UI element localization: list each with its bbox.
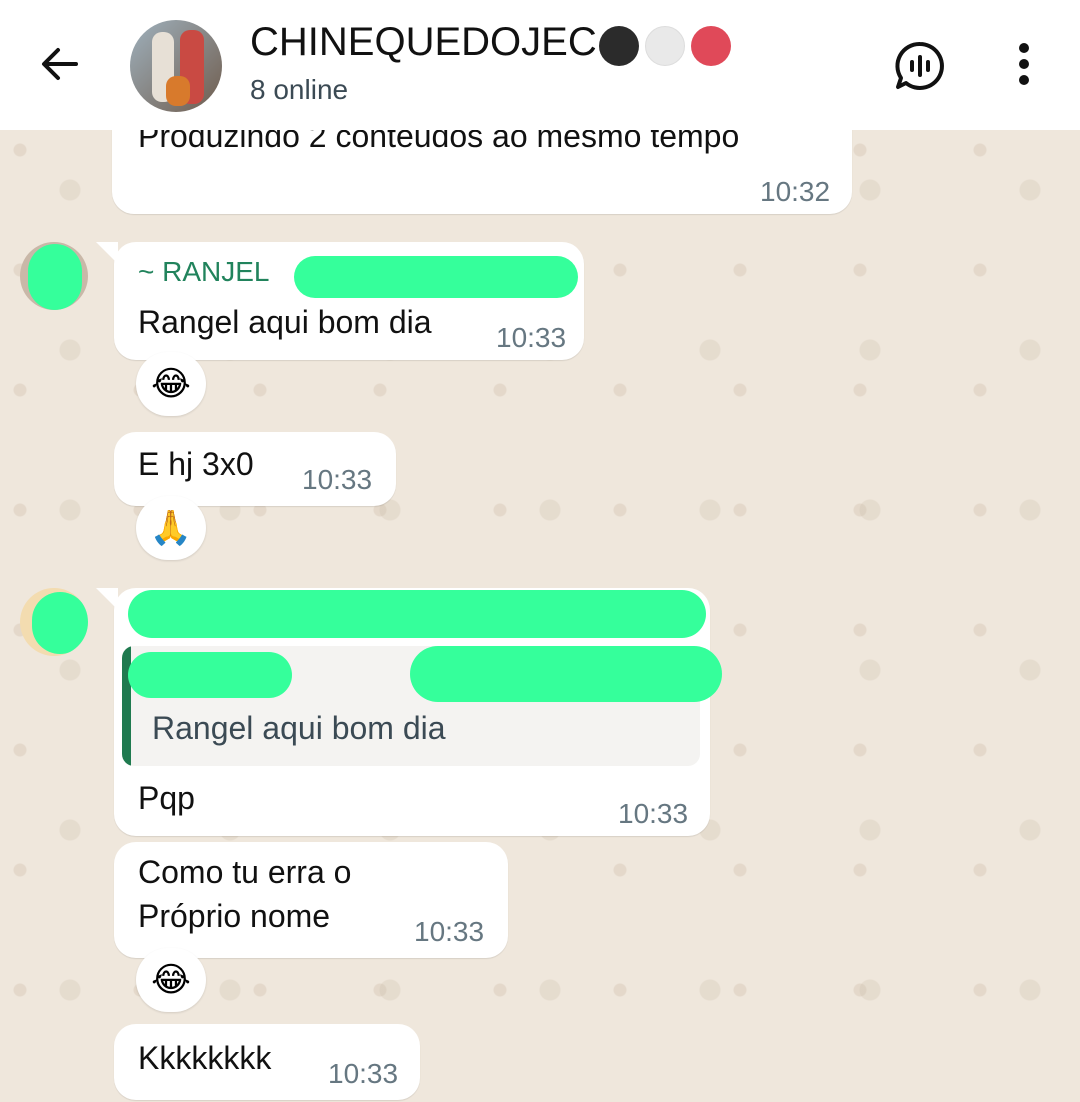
message-bubble[interactable]: Kkkkkkkk 10:33 bbox=[114, 1024, 420, 1100]
group-name: CHINEQUEDOJEC bbox=[250, 20, 597, 64]
group-title[interactable]: CHINEQUEDOJEC bbox=[250, 20, 737, 67]
message-text: Rangel aqui bom dia bbox=[138, 304, 432, 340]
sender-name[interactable]: ~ RANJEL bbox=[138, 256, 270, 288]
group-avatar[interactable] bbox=[130, 20, 222, 112]
white-circle-icon bbox=[644, 26, 685, 67]
message-bubble[interactable]: E hj 3x0 10:33 bbox=[114, 432, 396, 506]
emoji-dots bbox=[598, 22, 737, 67]
redaction-mark bbox=[128, 590, 706, 638]
message-text: E hj 3x0 bbox=[138, 446, 254, 482]
message-time: 10:33 bbox=[302, 464, 373, 495]
message-bubble[interactable]: Como tu erra o Próprio nome 10:33 bbox=[114, 842, 508, 958]
message-time: 10:33 bbox=[618, 798, 689, 829]
chat-header: CHINEQUEDOJEC 8 online bbox=[0, 0, 1080, 130]
message-text: Kkkkkkkk bbox=[138, 1040, 272, 1076]
message-time: 10:33 bbox=[496, 322, 567, 353]
sender-avatar[interactable] bbox=[20, 242, 88, 310]
message-time: 10:33 bbox=[328, 1058, 399, 1089]
quoted-text: Rangel aqui bom dia bbox=[152, 710, 446, 746]
message-text-line: Próprio nome bbox=[138, 898, 331, 934]
redaction-mark bbox=[28, 244, 82, 310]
more-vertical-icon[interactable] bbox=[1006, 40, 1042, 88]
online-status: 8 online bbox=[250, 74, 349, 105]
black-circle-icon bbox=[598, 26, 639, 67]
sender-avatar[interactable] bbox=[20, 588, 88, 656]
voice-chat-icon[interactable] bbox=[892, 38, 948, 94]
redaction-mark bbox=[32, 592, 88, 654]
reaction-badge[interactable]: 🙏 bbox=[136, 496, 206, 560]
reaction-badge[interactable]: 😂 bbox=[136, 352, 206, 416]
message-bubble[interactable]: ~ RANJEL Rangel aqui bom dia 10:33 bbox=[96, 242, 584, 360]
redaction-mark bbox=[294, 256, 578, 298]
reaction-badge[interactable]: 😂 bbox=[136, 948, 206, 1012]
redaction-mark bbox=[128, 652, 292, 698]
back-arrow-icon[interactable] bbox=[36, 40, 84, 88]
message-text-line: Como tu erra o bbox=[138, 854, 352, 890]
red-circle-icon bbox=[690, 26, 731, 67]
message-time: 10:32 bbox=[760, 176, 831, 207]
message-text: Pqp bbox=[138, 780, 195, 816]
redaction-mark bbox=[410, 646, 722, 702]
message-time: 10:33 bbox=[414, 916, 485, 947]
